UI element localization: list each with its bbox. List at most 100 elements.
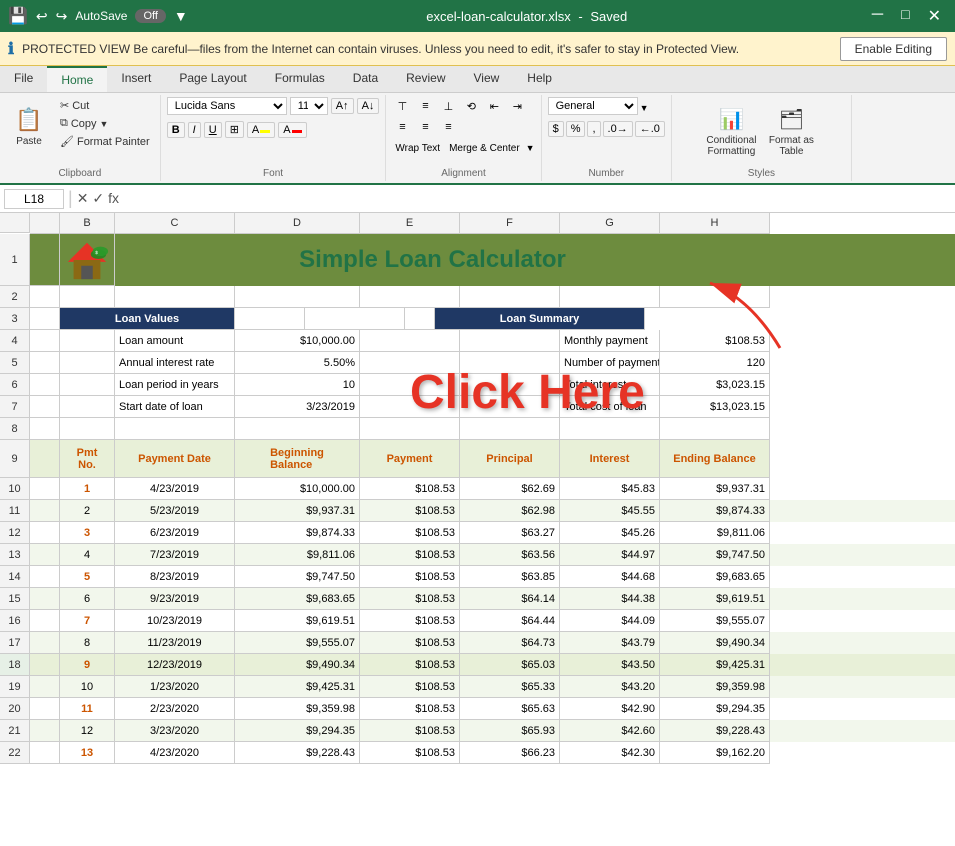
insert-function-icon[interactable]: fx [108,190,119,207]
minimize-icon[interactable]: ─ [866,6,889,26]
font-name-select[interactable]: Lucida Sans [167,97,287,115]
formula-input[interactable] [123,190,951,208]
cell-r2-c[interactable] [115,286,235,308]
align-top-button[interactable]: ⊤ [392,97,412,115]
tab-help[interactable]: Help [513,66,566,92]
cell-r21-pri[interactable]: $65.93 [460,720,560,742]
text-direction-button[interactable]: ⟲ [461,97,481,115]
row-header-12[interactable]: 12 [0,522,29,544]
cell-r7-d[interactable]: 3/23/2019 [235,396,360,418]
cell-r17-pay[interactable]: $108.53 [360,632,460,654]
cell-r6-g[interactable]: Total interest [560,374,660,396]
cell-r14-eb[interactable]: $9,683.65 [660,566,770,588]
percent-button[interactable]: % [566,121,586,137]
cell-r9-ending[interactable]: Ending Balance [660,440,770,478]
cell-r15-pay[interactable]: $108.53 [360,588,460,610]
cell-r5-c[interactable]: Annual interest rate [115,352,235,374]
cell-r13-bb[interactable]: $9,811.06 [235,544,360,566]
cell-r5-b[interactable] [60,352,115,374]
cell-r13-int[interactable]: $44.97 [560,544,660,566]
cell-r12-a[interactable] [30,522,60,544]
cell-r2-b[interactable] [60,286,115,308]
cell-r11-num[interactable]: 2 [60,500,115,522]
cell-r17-a[interactable] [30,632,60,654]
format-as-table-button[interactable]: 🗂 Format as Table [763,103,819,161]
wrap-text-button[interactable]: Wrap Text [392,139,443,157]
cell-r17-eb[interactable]: $9,490.34 [660,632,770,654]
cell-r12-date[interactable]: 6/23/2019 [115,522,235,544]
undo-icon[interactable]: ↩ [36,8,48,25]
cell-r9-principal[interactable]: Principal [460,440,560,478]
col-header-d[interactable]: D [235,213,360,233]
col-header-h[interactable]: H [660,213,770,233]
cell-r9-a[interactable] [30,440,60,478]
cell-r22-int[interactable]: $42.30 [560,742,660,764]
row-header-22[interactable]: 22 [0,742,29,764]
cell-r11-date[interactable]: 5/23/2019 [115,500,235,522]
cell-r5-h[interactable]: 120 [660,352,770,374]
currency-button[interactable]: $ [548,121,564,137]
cell-r13-pri[interactable]: $63.56 [460,544,560,566]
col-header-c[interactable]: C [115,213,235,233]
cell-r3-d[interactable] [235,308,305,330]
col-header-e[interactable]: E [360,213,460,233]
cell-r15-int[interactable]: $44.38 [560,588,660,610]
cut-button[interactable]: ✂ Cut [56,97,154,114]
cancel-formula-icon[interactable]: ✕ [77,190,89,207]
cell-r2-f[interactable] [460,286,560,308]
cell-r3-a[interactable] [30,308,60,330]
border-button[interactable]: ⊞ [225,121,244,138]
cell-r5-a[interactable] [30,352,60,374]
cell-r10-bb[interactable]: $10,000.00 [235,478,360,500]
cell-r16-date[interactable]: 10/23/2019 [115,610,235,632]
cell-r12-int[interactable]: $45.26 [560,522,660,544]
cell-r14-pay[interactable]: $108.53 [360,566,460,588]
autosave-toggle[interactable]: Off [135,9,165,23]
cell-r6-e[interactable] [360,374,460,396]
col-header-a[interactable] [30,213,60,233]
cell-r19-a[interactable] [30,676,60,698]
cell-r21-int[interactable]: $42.60 [560,720,660,742]
cell-r14-a[interactable] [30,566,60,588]
redo-icon[interactable]: ↪ [56,8,68,25]
align-center-button[interactable]: ≡ [415,118,435,136]
cell-r21-pay[interactable]: $108.53 [360,720,460,742]
cell-r8-b[interactable] [60,418,115,440]
cell-r20-date[interactable]: 2/23/2020 [115,698,235,720]
cell-r9-date[interactable]: Payment Date [115,440,235,478]
cell-r15-eb[interactable]: $9,619.51 [660,588,770,610]
maximize-icon[interactable]: □ [895,6,915,26]
cell-r18-num[interactable]: 9 [60,654,115,676]
cell-r5-d[interactable]: 5.50% [235,352,360,374]
row-header-16[interactable]: 16 [0,610,29,632]
cell-r11-pay[interactable]: $108.53 [360,500,460,522]
cell-r8-h[interactable] [660,418,770,440]
cell-r13-a[interactable] [30,544,60,566]
underline-button[interactable]: U [204,122,222,138]
row-header-21[interactable]: 21 [0,720,29,742]
row-header-15[interactable]: 15 [0,588,29,610]
bold-button[interactable]: B [167,122,185,138]
cell-r11-bb[interactable]: $9,937.31 [235,500,360,522]
cell-r22-a[interactable] [30,742,60,764]
cell-r22-num[interactable]: 13 [60,742,115,764]
confirm-formula-icon[interactable]: ✓ [92,190,104,207]
cell-r13-date[interactable]: 7/23/2019 [115,544,235,566]
cell-r5-e[interactable] [360,352,460,374]
font-size-select[interactable]: 11 [290,97,328,115]
cell-r3-e[interactable] [305,308,405,330]
cell-r16-a[interactable] [30,610,60,632]
cell-r14-num[interactable]: 5 [60,566,115,588]
cell-r2-e[interactable] [360,286,460,308]
cell-r20-pri[interactable]: $65.63 [460,698,560,720]
cell-r15-num[interactable]: 6 [60,588,115,610]
cell-r15-bb[interactable]: $9,683.65 [235,588,360,610]
cell-r16-int[interactable]: $44.09 [560,610,660,632]
col-header-g[interactable]: G [560,213,660,233]
cell-r1-a[interactable] [30,234,60,286]
cell-r7-a[interactable] [30,396,60,418]
tab-formulas[interactable]: Formulas [261,66,339,92]
cell-r18-pay[interactable]: $108.53 [360,654,460,676]
close-icon[interactable]: ✕ [922,6,947,26]
cell-r22-pri[interactable]: $66.23 [460,742,560,764]
